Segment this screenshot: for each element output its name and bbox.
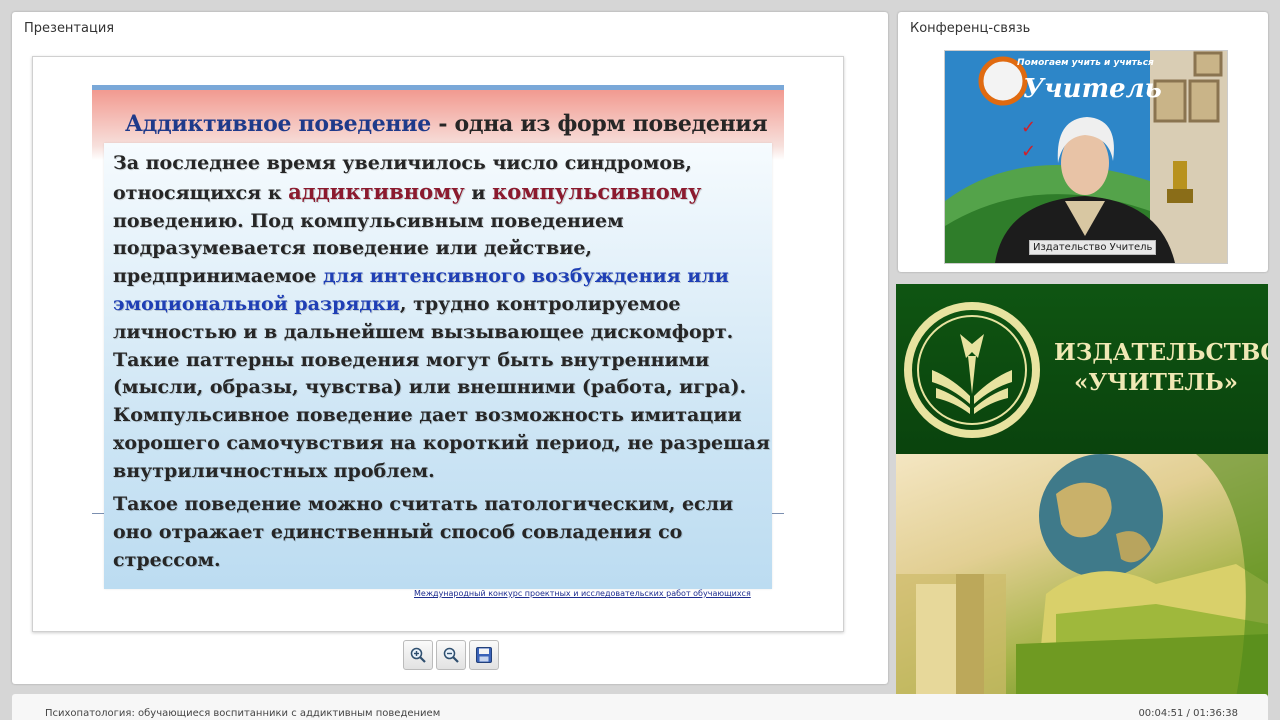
banner-logo-text: Учитель	[1023, 74, 1162, 104]
video-scene: Учитель Помогаем учить и учиться ✓ ✓	[945, 51, 1227, 263]
highlight-compulsive: компульсивному	[492, 178, 702, 204]
conference-panel: Конференц-связь Учитель Помогаем учить и…	[898, 12, 1268, 272]
text-run: и	[464, 181, 493, 204]
svg-text:✓: ✓	[1021, 117, 1036, 138]
playback-time: 00:04:51 / 01:36:38	[1138, 708, 1238, 719]
text-run: , трудно контролируемое личностью и в да…	[113, 292, 770, 482]
zoom-in-icon	[410, 647, 426, 663]
slide: Аддиктивное поведение - одна из форм пов…	[32, 56, 844, 632]
svg-text:✓: ✓	[1021, 141, 1036, 162]
video-name-label: Издательство Учитель	[1029, 240, 1157, 255]
banner-slogan: Помогаем учить и учиться	[1017, 58, 1154, 68]
conference-panel-title: Конференц-связь	[910, 21, 1031, 36]
slide-title: Аддиктивное поведение - одна из форм пов…	[125, 111, 768, 137]
publisher-banner-top: ИЗДАТЕЛЬСТВО «УЧИТЕЛЬ»	[896, 284, 1268, 454]
publisher-name-line2: «УЧИТЕЛЬ»	[1073, 369, 1239, 396]
video-feed[interactable]: Учитель Помогаем учить и учиться ✓ ✓ Изд…	[944, 50, 1228, 264]
books-globe-illustration	[896, 454, 1268, 698]
publisher-logo-icon	[904, 302, 1040, 438]
slide-footer-link[interactable]: Международный конкурс проектных и исслед…	[414, 589, 751, 598]
presentation-panel-title: Презентация	[24, 21, 115, 36]
slide-paragraph-2: Такое поведение можно считать патологиче…	[113, 493, 734, 571]
presentation-panel: Презентация Аддиктивное поведение - одна…	[12, 12, 888, 684]
zoom-out-icon	[443, 647, 459, 663]
publisher-name: ИЗДАТЕЛЬСТВО «УЧИТЕЛЬ»	[1054, 338, 1268, 398]
publisher-banner: ИЗДАТЕЛЬСТВО «УЧИТЕЛЬ»	[896, 284, 1268, 698]
slide-title-rest: - одна из форм поведения	[430, 111, 768, 137]
slide-title-highlight: Аддиктивное поведение	[125, 111, 431, 137]
publisher-banner-image	[896, 454, 1268, 698]
publisher-name-line1: ИЗДАТЕЛЬСТВО	[1054, 339, 1268, 366]
status-bar: Психопатология: обучающиеся воспитанники…	[12, 694, 1268, 720]
zoom-out-button[interactable]	[436, 640, 466, 670]
floppy-disk-icon	[476, 647, 492, 663]
lecture-title: Психопатология: обучающиеся воспитанники…	[45, 708, 441, 719]
highlight-addictive: аддиктивному	[288, 178, 465, 204]
slide-paragraph-1: За последнее время увеличилось число син…	[113, 150, 777, 486]
zoom-in-button[interactable]	[403, 640, 433, 670]
save-button[interactable]	[469, 640, 499, 670]
